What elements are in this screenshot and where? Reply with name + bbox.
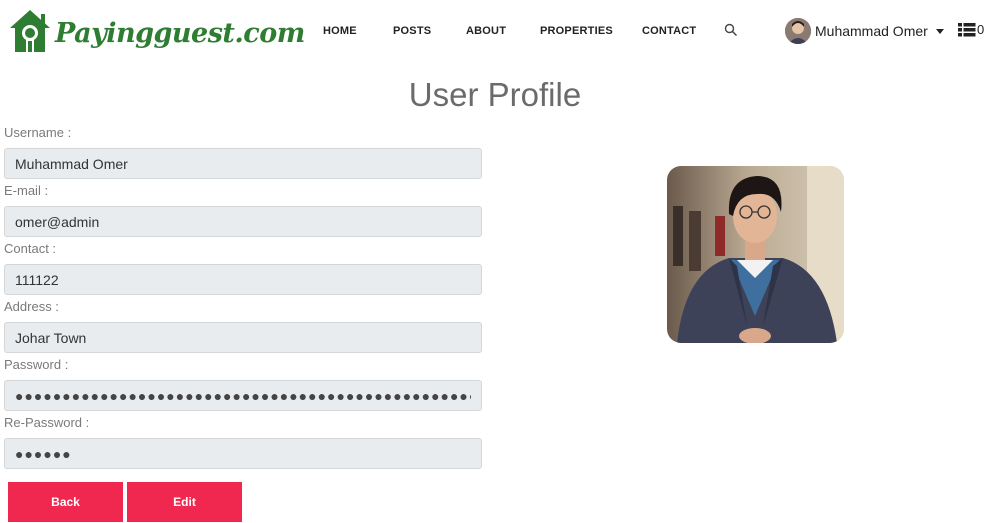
cart-button[interactable]: 0 <box>958 22 984 37</box>
navbar: Payingguest.com HOME POSTS ABOUT PROPERT… <box>0 0 990 62</box>
address-field[interactable] <box>4 322 482 353</box>
password-field[interactable] <box>4 380 482 411</box>
cart-count: 0 <box>977 22 985 37</box>
username-field[interactable] <box>4 148 482 179</box>
address-label: Address : <box>4 299 59 314</box>
caret-down-icon <box>935 28 944 34</box>
form-actions: Back Edit <box>8 482 246 522</box>
nav-about[interactable]: ABOUT <box>466 25 506 37</box>
username-label: Username : <box>4 125 72 140</box>
nav-home[interactable]: HOME <box>323 25 357 37</box>
nav-properties[interactable]: PROPERTIES <box>540 25 613 37</box>
back-button[interactable]: Back <box>8 482 123 522</box>
brand-logo[interactable]: Payingguest.com <box>8 8 305 54</box>
repassword-label: Re-Password : <box>4 415 90 430</box>
nav-contact[interactable]: CONTACT <box>642 25 696 37</box>
user-menu-dropdown[interactable]: Muhammad Omer <box>785 18 944 44</box>
house-logo-icon <box>10 10 50 52</box>
brand-name: Payingguest.com <box>55 17 305 49</box>
nav-posts[interactable]: POSTS <box>393 25 431 37</box>
email-label: E-mail : <box>4 183 49 198</box>
email-field[interactable] <box>4 206 482 237</box>
contact-field[interactable] <box>4 264 482 295</box>
edit-button[interactable]: Edit <box>127 482 242 522</box>
profile-photo <box>667 166 844 343</box>
user-name: Muhammad Omer <box>815 23 928 39</box>
list-icon <box>958 22 976 36</box>
profile-form: Username : E-mail : Contact : Address : … <box>4 124 482 472</box>
avatar <box>785 18 811 44</box>
repassword-field[interactable] <box>4 438 482 469</box>
avatar-image <box>785 18 811 44</box>
search-icon[interactable] <box>724 23 738 37</box>
profile-photo-image <box>667 166 844 343</box>
page-title: User Profile <box>408 76 582 113</box>
contact-label: Contact : <box>4 241 57 256</box>
password-label: Password : <box>4 357 69 372</box>
